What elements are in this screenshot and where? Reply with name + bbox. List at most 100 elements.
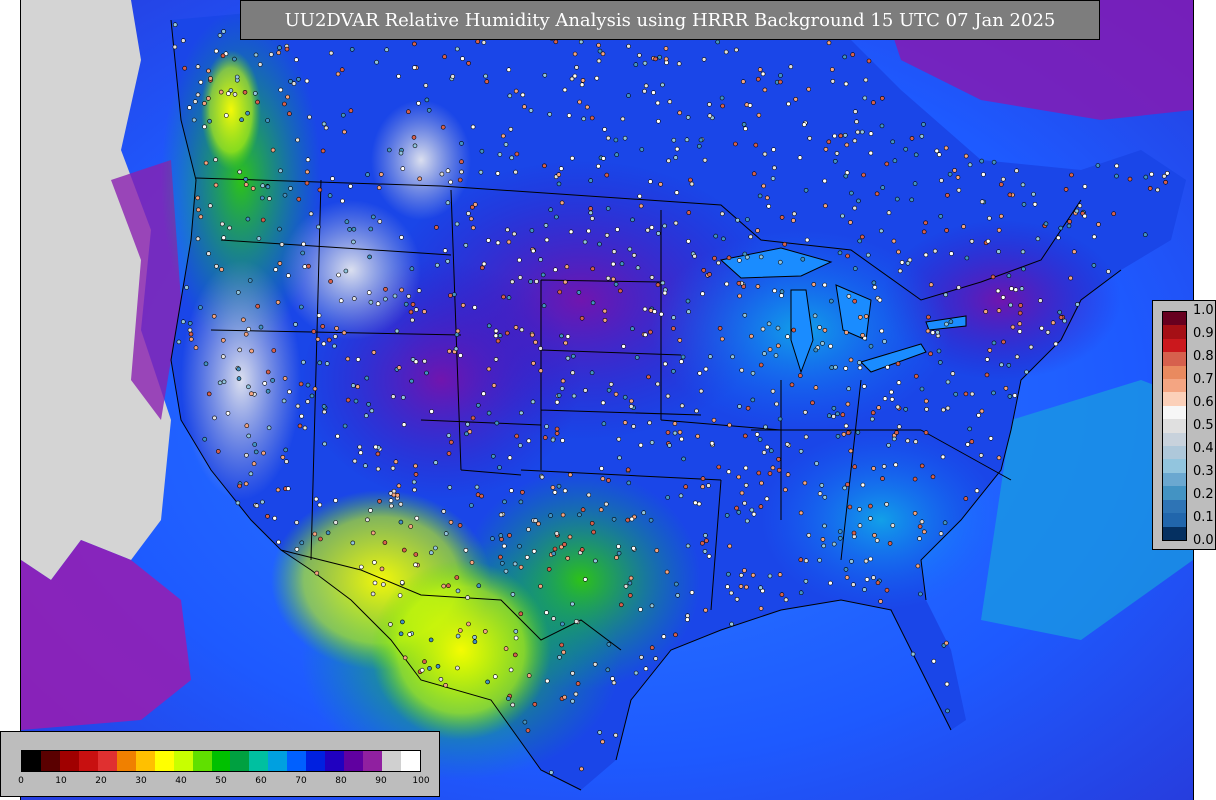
station-dot <box>466 621 471 627</box>
station-dot <box>455 588 461 594</box>
rh-color-step <box>268 751 288 771</box>
station-dot <box>1028 344 1034 350</box>
station-dot <box>181 319 186 325</box>
station-dot <box>679 436 684 442</box>
station-dot <box>338 298 344 304</box>
station-dot <box>469 503 474 508</box>
station-dot <box>685 115 691 120</box>
station-dot <box>845 430 851 436</box>
station-dot <box>565 334 571 339</box>
rh-color-step <box>230 751 250 771</box>
station-dot <box>472 305 478 310</box>
innovation-color-step <box>1163 325 1186 339</box>
station-dot <box>842 485 848 491</box>
rh-color-step <box>287 751 307 771</box>
station-dot <box>236 366 241 372</box>
station-dot <box>332 334 338 339</box>
station-dot <box>999 362 1004 368</box>
humidity-map[interactable] <box>21 0 1193 800</box>
station-dot <box>411 135 417 140</box>
station-dot <box>736 474 742 480</box>
station-dot <box>991 340 997 346</box>
station-dot <box>1155 187 1160 193</box>
station-dot <box>481 40 487 45</box>
station-dot <box>843 366 849 371</box>
station-dot <box>828 343 833 349</box>
station-dot <box>277 261 283 266</box>
station-dot <box>554 214 559 220</box>
station-dot <box>301 359 306 365</box>
station-dot <box>935 329 940 335</box>
station-dot <box>859 234 865 240</box>
map-frame[interactable] <box>20 0 1194 800</box>
station-dot <box>616 550 622 556</box>
station-dot <box>237 483 242 489</box>
station-dot <box>932 248 938 254</box>
station-dot <box>355 384 361 390</box>
station-dot <box>284 46 290 52</box>
station-dot <box>479 148 485 154</box>
station-dot <box>813 385 819 390</box>
station-dot <box>344 219 350 224</box>
station-dot <box>517 443 523 448</box>
station-dot <box>783 487 788 493</box>
rh-color-step <box>116 751 136 771</box>
station-dot <box>704 538 709 544</box>
station-dot <box>727 422 732 428</box>
station-dot <box>1021 202 1027 207</box>
station-dot <box>613 137 619 143</box>
station-dot <box>291 81 297 86</box>
station-dot <box>840 412 846 418</box>
station-dot <box>330 176 335 181</box>
station-dot <box>524 554 530 560</box>
station-dot <box>1058 225 1063 231</box>
station-dot <box>653 56 658 62</box>
station-dot <box>475 39 481 44</box>
innovation-color-step <box>1163 526 1186 540</box>
station-dot <box>299 413 304 419</box>
station-dot <box>626 480 632 486</box>
station-dot <box>271 348 277 353</box>
station-dot <box>761 183 766 189</box>
rh-color-step <box>211 751 231 771</box>
station-dot <box>266 425 272 431</box>
station-dot <box>1077 203 1083 208</box>
station-dot <box>586 228 591 234</box>
station-dot <box>573 619 579 624</box>
station-dot <box>559 333 564 339</box>
station-dot <box>822 523 827 529</box>
station-dot <box>747 103 753 108</box>
station-dot <box>217 33 223 38</box>
station-dot <box>400 395 406 400</box>
station-dot <box>445 258 451 264</box>
station-dot <box>743 465 749 471</box>
station-dot <box>828 580 833 586</box>
station-dot <box>246 433 251 439</box>
station-dot <box>318 536 323 542</box>
station-dot <box>892 158 898 163</box>
station-dot <box>685 617 690 622</box>
station-dot <box>246 326 251 332</box>
station-dot <box>829 365 835 370</box>
station-dot <box>550 437 556 443</box>
station-dot <box>1039 325 1045 331</box>
station-dot <box>1021 266 1026 272</box>
station-dot <box>260 217 266 223</box>
station-dot <box>777 416 783 422</box>
station-dot <box>870 410 876 416</box>
station-dot <box>1149 171 1154 177</box>
station-dot <box>559 200 565 206</box>
station-dot <box>307 114 312 120</box>
station-dot <box>857 523 863 528</box>
station-dot <box>570 370 576 376</box>
station-dot <box>368 226 374 232</box>
station-dot <box>923 252 929 258</box>
station-dot <box>662 361 668 367</box>
station-dot <box>763 424 768 430</box>
station-dot <box>493 333 499 339</box>
station-dot <box>249 391 254 397</box>
station-dot <box>659 311 664 317</box>
station-dot <box>363 463 368 469</box>
station-dot <box>435 663 441 669</box>
station-dot <box>486 410 492 416</box>
